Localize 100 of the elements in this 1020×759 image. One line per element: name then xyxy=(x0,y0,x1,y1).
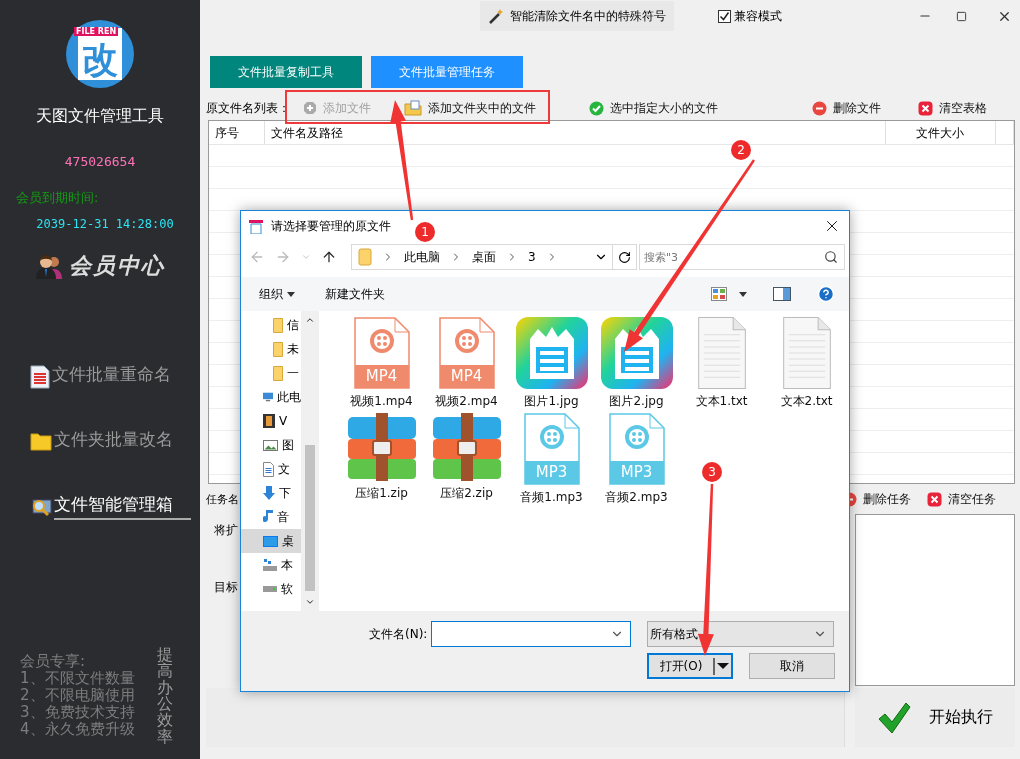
nav-tree-item[interactable]: 图 xyxy=(241,433,301,457)
add-icon xyxy=(303,101,317,115)
folder-icon xyxy=(273,317,283,333)
film-icon xyxy=(263,414,275,428)
nav-tree-item[interactable]: 此电 xyxy=(241,385,301,409)
image-file-icon xyxy=(515,317,588,389)
start-button[interactable]: 开始执行 xyxy=(855,688,1015,747)
toolbar-button[interactable]: 添加文件夹中的文件 xyxy=(404,99,536,117)
file-item[interactable]: 图片1.jpg xyxy=(509,317,594,413)
document-icon xyxy=(263,461,274,477)
member-center-link[interactable]: 会员中心 xyxy=(35,251,165,281)
perk-item: 2、不限电脑使用 xyxy=(20,687,135,705)
refresh-icon[interactable] xyxy=(613,244,637,270)
nav-tree-item[interactable]: 下 xyxy=(241,481,301,505)
folder-icon xyxy=(273,365,283,381)
folder-icon xyxy=(30,432,52,451)
check-icon xyxy=(589,100,604,116)
desktop-icon xyxy=(263,535,278,547)
field-label: 目标 xyxy=(214,579,238,596)
computer-icon xyxy=(263,391,273,403)
field-label: 将扩 xyxy=(214,522,238,539)
toolbar-button[interactable]: 清空表格 xyxy=(918,99,987,117)
scrollbar[interactable] xyxy=(301,311,319,611)
archive-file-icon xyxy=(430,413,503,481)
address-bar[interactable]: 此电脑 桌面 3 xyxy=(351,244,613,270)
slogan: 提高办公效率 xyxy=(156,647,173,745)
file-item[interactable]: MP4 视频1.mp4 xyxy=(339,317,424,413)
column-header: 文件大小 xyxy=(886,121,996,144)
caret-icon[interactable] xyxy=(715,662,731,670)
perks-title: 会员专享: xyxy=(20,653,86,671)
archive-file-icon xyxy=(345,413,418,481)
file-item[interactable]: 图片2.jpg xyxy=(594,317,679,413)
sidebar-nav-item[interactable]: 文件批量重命名 xyxy=(30,363,191,390)
drive-icon xyxy=(263,559,277,571)
cancel-button[interactable]: 取消 xyxy=(749,653,835,679)
nav-tree-item[interactable]: 一 xyxy=(241,361,301,385)
nav-tree-item[interactable]: 软 xyxy=(241,577,301,601)
folder-icon xyxy=(273,341,283,357)
perk-item: 4、永久免费升级 xyxy=(20,721,135,739)
toolbar-button[interactable]: 选中指定大小的文件 xyxy=(589,99,718,117)
help-icon[interactable] xyxy=(817,285,835,303)
nav-tree-item[interactable]: 桌 xyxy=(241,529,301,553)
app-name: 天图文件管理工具 xyxy=(36,106,164,127)
nav-tree-item[interactable]: 信 xyxy=(241,313,301,337)
account-number: 475026654 xyxy=(64,154,136,169)
file-item[interactable]: MP4 视频2.mp4 xyxy=(424,317,509,413)
toolbar-button[interactable]: 清空任务 xyxy=(927,490,996,508)
search-field[interactable]: 搜索"3 xyxy=(639,244,845,270)
clear-icon xyxy=(918,100,933,116)
caret-icon xyxy=(287,291,295,297)
nav-tree-item[interactable]: 本 xyxy=(241,553,301,577)
open-button[interactable]: 打开(O) xyxy=(647,653,733,679)
image-icon xyxy=(263,439,278,451)
breadcrumb-item[interactable]: 3 xyxy=(528,250,536,264)
filename-label: 文件名(N): xyxy=(369,625,428,643)
view-options-icon[interactable] xyxy=(711,287,727,301)
magic-wand-icon xyxy=(488,8,504,24)
column-header: 序号 xyxy=(209,121,265,144)
down-arrow-icon xyxy=(263,486,275,500)
folder-icon xyxy=(358,248,372,266)
file-item[interactable]: MP3 音频2.mp3 xyxy=(594,413,679,509)
nav-tree-item[interactable]: 音 xyxy=(241,505,301,529)
file-type-dropdown[interactable]: 所有格式 xyxy=(647,621,835,647)
sidebar-nav-item[interactable]: 文件智能管理箱 xyxy=(30,493,191,520)
app-logo: FILE REN 改 xyxy=(66,20,134,88)
up-icon[interactable] xyxy=(321,249,337,265)
file-item[interactable]: MP3 音频1.mp3 xyxy=(509,413,594,509)
file-item[interactable]: 文本1.txt xyxy=(679,317,764,413)
preview-pane-icon[interactable] xyxy=(773,287,791,301)
file-list-label: 原文件名列表： xyxy=(206,99,290,117)
checkbox-label[interactable]: 兼容模式 xyxy=(734,7,782,25)
clean-special-chars-button[interactable]: 智能清除文件名中的特殊符号 xyxy=(480,1,674,31)
checkbox[interactable] xyxy=(718,9,731,23)
search-icon xyxy=(824,250,838,264)
drive-icon xyxy=(263,586,277,592)
task-label: 任务名 xyxy=(206,491,239,507)
checkmark-icon xyxy=(877,700,911,735)
perk-item: 3、免费技术支持 xyxy=(20,704,135,722)
nav-tree-item[interactable]: V xyxy=(241,409,301,433)
organize-menu[interactable]: 组织 xyxy=(259,285,295,303)
nav-tree-item[interactable]: 文 xyxy=(241,457,301,481)
dialog-title: 请选择要管理的原文件 xyxy=(271,217,391,235)
breadcrumb-item[interactable]: 桌面 xyxy=(472,248,496,266)
sidebar-nav-item[interactable]: 文件夹批量改名 xyxy=(30,428,191,455)
nav-tree-item[interactable]: 未 xyxy=(241,337,301,361)
new-folder-button[interactable]: 新建文件夹 xyxy=(325,285,385,303)
file-item[interactable]: 压缩1.zip xyxy=(339,413,424,509)
tab[interactable]: 文件批量复制工具 xyxy=(210,56,362,88)
maximize-icon[interactable] xyxy=(956,10,967,22)
scroll-up-icon[interactable] xyxy=(305,315,315,325)
toolbar-button[interactable]: 删除文件 xyxy=(812,99,881,117)
breadcrumb-item[interactable]: 此电脑 xyxy=(404,248,440,266)
remove-icon xyxy=(812,100,827,116)
file-item[interactable]: 文本2.txt xyxy=(764,317,849,413)
file-item[interactable]: 压缩2.zip xyxy=(424,413,509,509)
text-file-icon xyxy=(697,317,746,389)
filename-field[interactable] xyxy=(431,621,632,647)
document-list-icon xyxy=(30,364,50,389)
caret-icon[interactable] xyxy=(739,291,747,297)
scroll-down-icon[interactable] xyxy=(305,597,315,607)
